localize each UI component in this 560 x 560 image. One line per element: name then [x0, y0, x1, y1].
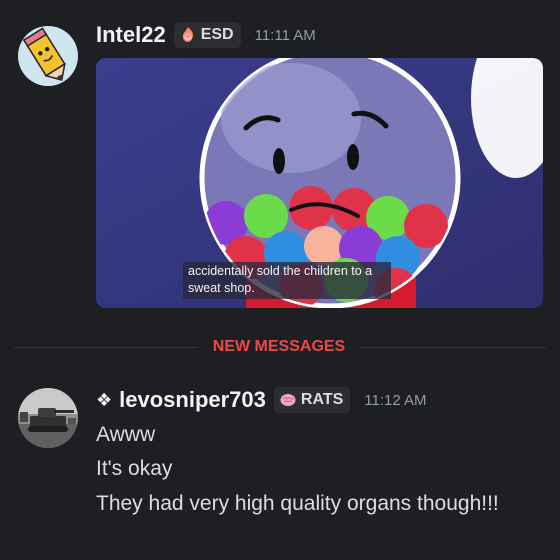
message-header-intel22: Intel22 ESD 11:11 AM: [96, 22, 316, 48]
timestamp[interactable]: 11:12 AM: [364, 392, 426, 409]
new-messages-label: NEW MESSAGES: [212, 338, 346, 355]
divider-line-right: [360, 347, 546, 348]
message-header-levosniper703: ❖ levosniper703 RATS 11:12 AM: [96, 387, 427, 413]
server-tag[interactable]: RATS: [273, 387, 351, 413]
user-avatar-levosniper703[interactable]: [18, 388, 78, 448]
pencil-character-avatar: [18, 26, 78, 86]
fire-brain-icon: [179, 26, 197, 44]
timestamp[interactable]: 11:11 AM: [255, 27, 316, 44]
username[interactable]: Intel22: [96, 22, 166, 48]
server-tag-label: RATS: [300, 391, 344, 408]
video-caption: accidentally sold the children to a swea…: [183, 262, 391, 299]
username[interactable]: levosniper703: [119, 387, 266, 413]
server-tag[interactable]: ESD: [173, 22, 241, 48]
tank-photo-avatar: [18, 388, 78, 448]
message-text: It's okay: [96, 457, 173, 480]
brain-icon: [279, 391, 297, 409]
user-avatar-intel22[interactable]: [18, 26, 78, 86]
message-text: They had very high quality organs though…: [96, 492, 499, 515]
diamond-icon: ❖: [96, 389, 113, 410]
message-text: Awww: [96, 423, 156, 446]
server-tag-label: ESD: [200, 26, 234, 43]
video-attachment[interactable]: accidentally sold the children to a swea…: [96, 58, 543, 308]
divider-line-left: [14, 347, 198, 348]
